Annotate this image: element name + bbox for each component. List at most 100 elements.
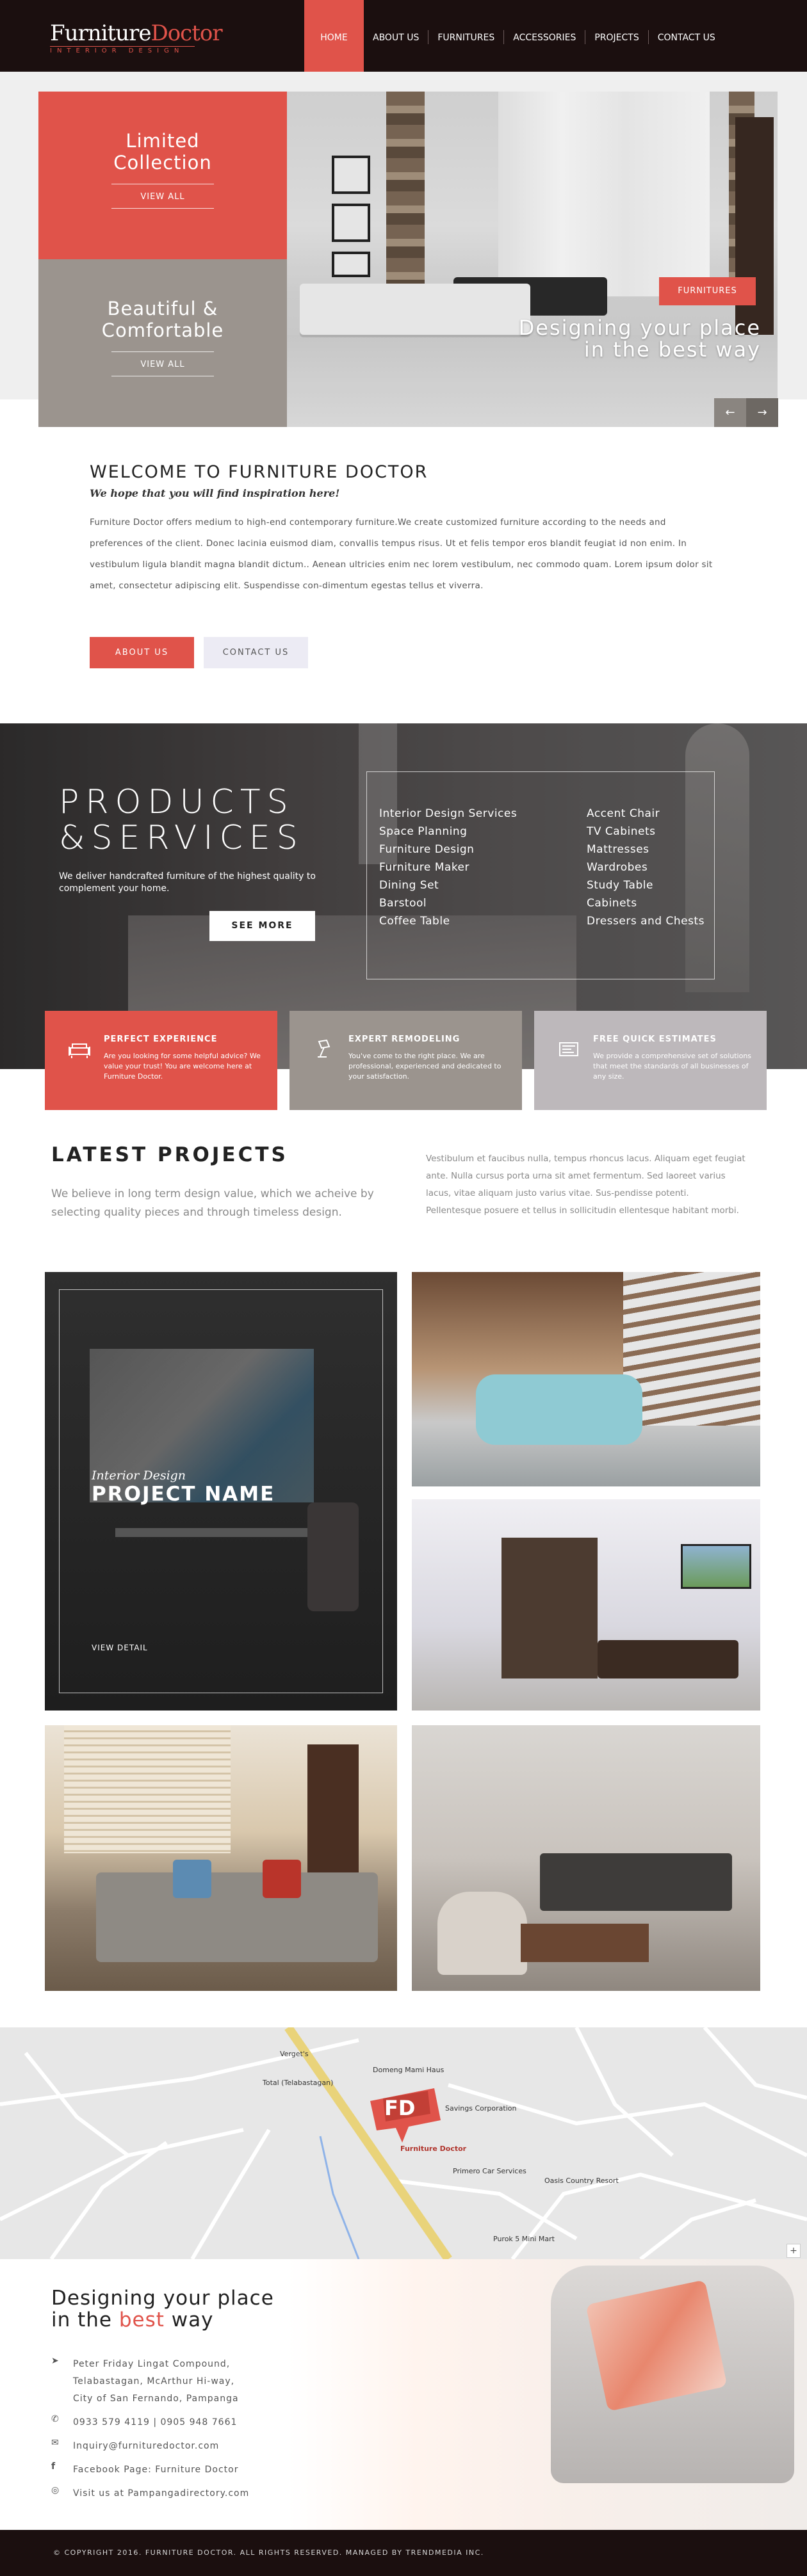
slider-next-button[interactable]: → bbox=[746, 398, 778, 427]
site-footer: © COPYRIGHT 2016. FURNITURE DOCTOR. ALL … bbox=[0, 2530, 807, 2576]
service-item[interactable]: Space Planning bbox=[379, 823, 517, 841]
project-pillow bbox=[173, 1860, 211, 1898]
contact-us-button[interactable]: CONTACT US bbox=[204, 637, 308, 668]
services-heading: PRODUCTS &SERVICES bbox=[59, 784, 304, 856]
project-pillow bbox=[263, 1860, 301, 1898]
service-item[interactable]: Wardrobes bbox=[587, 858, 705, 876]
phone-text: 0933 579 4119 | 0905 948 7661 bbox=[73, 2417, 238, 2427]
project-view-detail-link[interactable]: VIEW DETAIL bbox=[92, 1643, 148, 1652]
services-list-right: Accent Chair TV Cabinets Mattresses Ward… bbox=[587, 805, 705, 930]
address-line: Peter Friday Lingat Compound, bbox=[73, 2359, 231, 2369]
services-description: We deliver handcrafted furniture of the … bbox=[59, 871, 316, 894]
welcome-title: WELCOME TO FURNITURE DOCTOR bbox=[90, 462, 428, 482]
heading-text: in the bbox=[51, 2308, 119, 2331]
service-item[interactable]: Study Table bbox=[587, 876, 705, 894]
heading-text: way bbox=[164, 2308, 214, 2331]
about-us-button[interactable]: ABOUT US bbox=[90, 637, 194, 668]
promo-title: Beautiful & Comfortable bbox=[38, 298, 287, 341]
arrow-right-icon: → bbox=[757, 406, 767, 419]
map-label: Total (Telabastagan) bbox=[263, 2079, 334, 2087]
nav-home[interactable]: HOME bbox=[304, 0, 364, 72]
hero-category-tag[interactable]: FURNITURES bbox=[659, 277, 756, 305]
mail-icon: ✉ bbox=[51, 2438, 60, 2448]
service-item[interactable]: Dining Set bbox=[379, 876, 517, 894]
service-item[interactable]: Coffee Table bbox=[379, 912, 517, 930]
map-label: Purok 5 Mini Mart bbox=[493, 2235, 555, 2243]
site-header: FurnitureDoctor INTERIOR DESIGN HOME ABO… bbox=[0, 0, 807, 72]
main-nav: HOME ABOUT US FURNITURES ACCESSORIES PRO… bbox=[304, 0, 724, 72]
divider bbox=[111, 208, 214, 209]
divider bbox=[111, 351, 214, 352]
service-item[interactable]: TV Cabinets bbox=[587, 823, 705, 841]
contact-phone[interactable]: ✆ 0933 579 4119 | 0905 948 7661 bbox=[51, 2414, 237, 2431]
logo-wordmark: FurnitureDoctor bbox=[50, 20, 223, 46]
projects-description: Vestibulum et faucibus nulla, tempus rho… bbox=[426, 1154, 746, 1216]
project-tile-living-stairs[interactable] bbox=[412, 1272, 760, 1486]
map-label: Domeng Mami Haus bbox=[373, 2066, 444, 2074]
logo-word-furniture: Furniture bbox=[50, 20, 151, 46]
address-text: Peter Friday Lingat Compound, Telabastaga… bbox=[73, 2356, 239, 2408]
map-pin-text: FD bbox=[384, 2096, 416, 2120]
map-label: Oasis Country Resort bbox=[544, 2177, 619, 2185]
project-wall-painting bbox=[681, 1544, 751, 1589]
map-label: Savings Corporation bbox=[445, 2104, 517, 2113]
feature-text: Are you looking for some helpful advice?… bbox=[104, 1052, 261, 1081]
heading-highlight: best bbox=[118, 2308, 165, 2331]
promo-view-all-link[interactable]: VIEW ALL bbox=[38, 192, 287, 202]
service-item[interactable]: Mattresses bbox=[587, 841, 705, 858]
project-door bbox=[307, 1744, 359, 1872]
projects-title: LATEST PROJECTS bbox=[51, 1143, 288, 1166]
email-text: Inquiry@furnituredoctor.com bbox=[73, 2441, 220, 2451]
promo-view-all-link[interactable]: VIEW ALL bbox=[38, 360, 287, 369]
estimate-icon bbox=[559, 1042, 578, 1056]
nav-accessories[interactable]: ACCESSORIES bbox=[504, 0, 585, 72]
contact-email[interactable]: ✉ Inquiry@furnituredoctor.com bbox=[51, 2438, 219, 2455]
lamp-icon bbox=[318, 1039, 330, 1058]
service-item[interactable]: Dressers and Chests bbox=[587, 912, 705, 930]
feature-title: FREE QUICK ESTIMATES bbox=[593, 1034, 717, 1044]
website-text: Visit us at Pampangadirectory.com bbox=[73, 2488, 250, 2499]
feature-title: PERFECT EXPERIENCE bbox=[104, 1034, 218, 1044]
nav-furnitures[interactable]: FURNITURES bbox=[428, 0, 503, 72]
service-item[interactable]: Barstool bbox=[379, 894, 517, 912]
project-blinds bbox=[64, 1725, 231, 1853]
arrow-left-icon: ← bbox=[725, 406, 735, 419]
feature-card-free-estimates: FREE QUICK ESTIMATES We provide a compre… bbox=[534, 1011, 767, 1110]
hero-caption-line: Designing your place bbox=[518, 316, 761, 340]
map-label: Verget's bbox=[280, 2050, 309, 2058]
nav-contact-us[interactable]: CONTACT US bbox=[649, 0, 724, 72]
contact-website[interactable]: ◎ Visit us at Pampangadirectory.com bbox=[51, 2485, 249, 2502]
project-tile-lounge[interactable] bbox=[45, 1725, 397, 1991]
nav-about-us[interactable]: ABOUT US bbox=[364, 0, 428, 72]
facebook-icon: f bbox=[51, 2461, 56, 2472]
feature-card-perfect-experience: PERFECT EXPERIENCE Are you looking for s… bbox=[45, 1011, 277, 1110]
projects-intro: We believe in long term design value, wh… bbox=[51, 1187, 374, 1219]
service-item[interactable]: Furniture Maker bbox=[379, 858, 517, 876]
slider-prev-button[interactable]: ← bbox=[714, 398, 746, 427]
see-more-button[interactable]: SEE MORE bbox=[209, 911, 315, 941]
contact-heading: Designing your place in the best way bbox=[51, 2287, 274, 2331]
promo-limited-collection[interactable]: Limited Collection VIEW ALL bbox=[38, 92, 287, 259]
contact-facebook[interactable]: f Facebook Page: Furniture Doctor bbox=[51, 2461, 238, 2479]
promo-beautiful-comfortable[interactable]: Beautiful & Comfortable VIEW ALL bbox=[38, 259, 287, 427]
location-arrow-icon: ➤ bbox=[51, 2356, 60, 2366]
map-pin-logo[interactable]: FD bbox=[364, 2082, 447, 2146]
promo-title-line: Limited bbox=[126, 130, 200, 152]
services-heading-line: &SERVICES bbox=[59, 819, 304, 857]
service-item[interactable]: Cabinets bbox=[587, 894, 705, 912]
service-item[interactable]: Furniture Design bbox=[379, 841, 517, 858]
project-tile-family-room[interactable] bbox=[412, 1725, 760, 1991]
service-item[interactable]: Accent Chair bbox=[587, 805, 705, 823]
services-list-left: Interior Design Services Space Planning … bbox=[379, 805, 517, 930]
logo-tagline: INTERIOR DESIGN bbox=[50, 46, 195, 54]
project-tile-dining[interactable] bbox=[412, 1499, 760, 1711]
service-item[interactable]: Interior Design Services bbox=[379, 805, 517, 823]
hero-caption-line: in the best way bbox=[583, 337, 761, 362]
image-overlay bbox=[287, 92, 778, 427]
address-line: City of San Fernando, Pampanga bbox=[73, 2394, 239, 2404]
nav-projects[interactable]: PROJECTS bbox=[585, 0, 648, 72]
map-zoom-button[interactable]: + bbox=[787, 2244, 801, 2258]
globe-icon: ◎ bbox=[51, 2485, 60, 2495]
feature-card-expert-remodeling: EXPERT REMODELING You've come to the rig… bbox=[289, 1011, 522, 1110]
contact-heading-line: Designing your place bbox=[51, 2287, 274, 2310]
